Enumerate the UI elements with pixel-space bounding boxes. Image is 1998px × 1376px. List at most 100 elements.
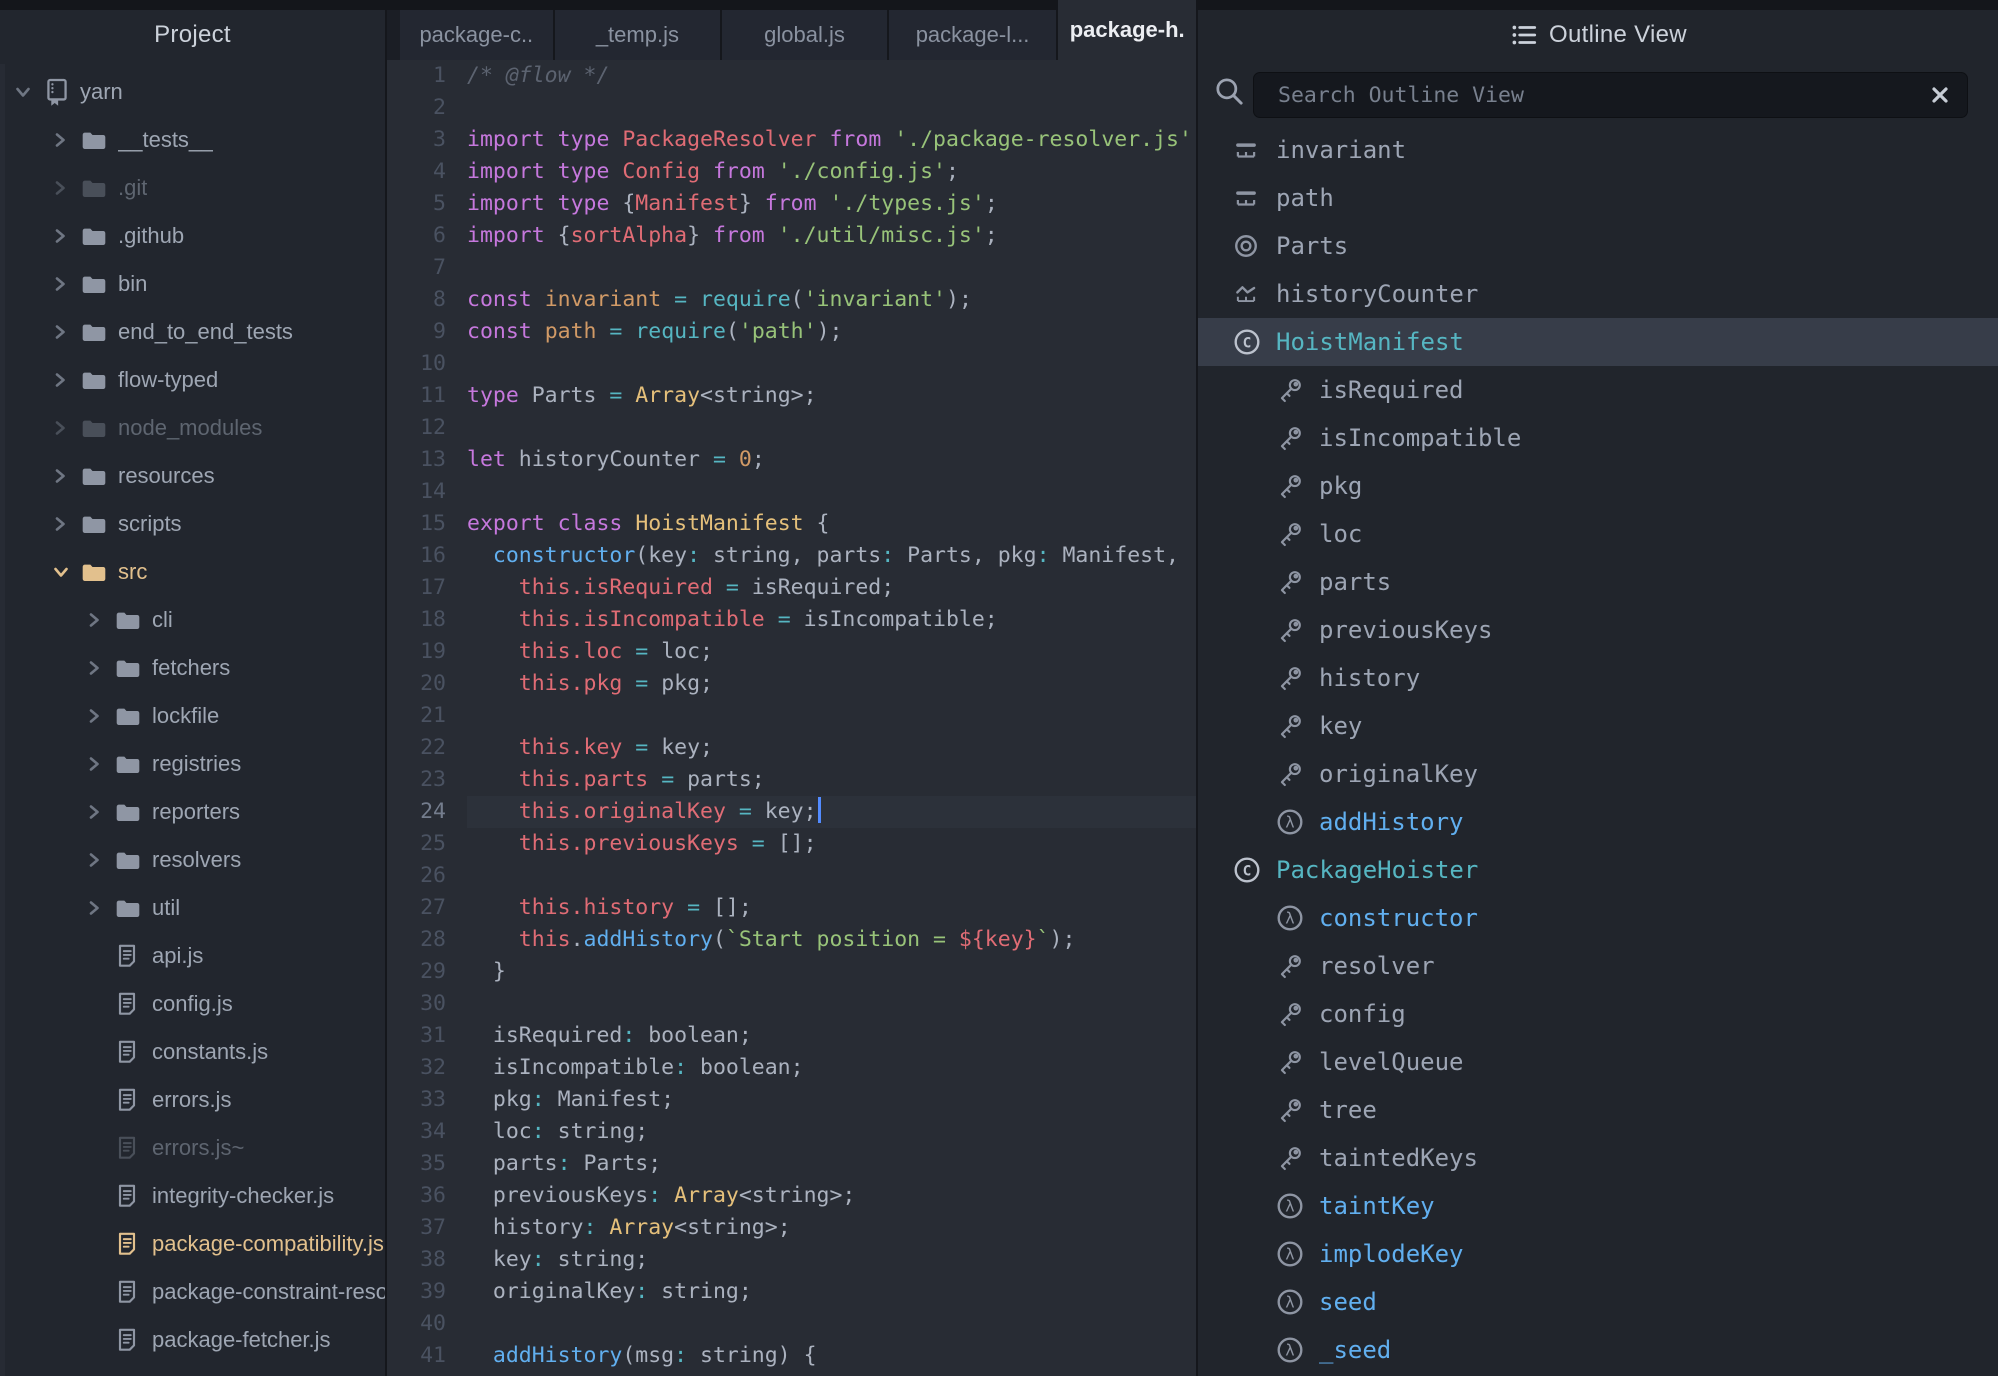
outline-item-taintedKeys[interactable]: taintedKeys <box>1198 1134 1998 1182</box>
outline-item-PackageHoister[interactable]: CPackageHoister <box>1198 846 1998 894</box>
tab-global.js[interactable]: global.js <box>722 10 889 60</box>
tree-item-api.js[interactable]: api.js <box>0 932 385 980</box>
outline-item-taintKey[interactable]: λtaintKey <box>1198 1182 1998 1230</box>
outline-item-implodeKey[interactable]: λimplodeKey <box>1198 1230 1998 1278</box>
code-line-11[interactable]: 11type Parts = Array<string>; <box>387 380 1196 412</box>
code-line-28[interactable]: 28 this.addHistory(`Start position = ${k… <box>387 924 1196 956</box>
code-line-17[interactable]: 17 this.isRequired = isRequired; <box>387 572 1196 604</box>
tree-item-flow-typed[interactable]: flow-typed <box>0 356 385 404</box>
code-line-12[interactable]: 12 <box>387 412 1196 444</box>
outline-item-isRequired[interactable]: isRequired <box>1198 366 1998 414</box>
chevron-down-icon[interactable] <box>12 82 42 102</box>
outline-item-path[interactable]: path <box>1198 174 1998 222</box>
code-line-32[interactable]: 32 isIncompatible: boolean; <box>387 1052 1196 1084</box>
code-line-14[interactable]: 14 <box>387 476 1196 508</box>
tree-item-util[interactable]: util <box>0 884 385 932</box>
chevron-right-icon[interactable] <box>84 753 114 775</box>
outline-item-parts[interactable]: parts <box>1198 558 1998 606</box>
tree-item-lockfile[interactable]: lockfile <box>0 692 385 740</box>
chevron-right-icon[interactable] <box>50 513 80 535</box>
code-line-3[interactable]: 3import type PackageResolver from './pac… <box>387 124 1196 156</box>
clear-search-icon[interactable] <box>1929 84 1967 106</box>
tree-item-integrity-checker.js[interactable]: integrity-checker.js <box>0 1172 385 1220</box>
tree-item-__tests__[interactable]: __tests__ <box>0 116 385 164</box>
tree-item-package-fetcher.js[interactable]: package-fetcher.js <box>0 1316 385 1364</box>
outline-item-previousKeys[interactable]: previousKeys <box>1198 606 1998 654</box>
tab-package-l...[interactable]: package-l... <box>889 10 1059 60</box>
tree-item-bin[interactable]: bin <box>0 260 385 308</box>
tab-package-c..[interactable]: package-c.. <box>400 10 555 60</box>
code-line-9[interactable]: 9const path = require('path'); <box>387 316 1196 348</box>
code-line-15[interactable]: 15export class HoistManifest { <box>387 508 1196 540</box>
code-line-10[interactable]: 10 <box>387 348 1196 380</box>
tree-item-config.js[interactable]: config.js <box>0 980 385 1028</box>
code-line-2[interactable]: 2 <box>387 92 1196 124</box>
tree-item-scripts[interactable]: scripts <box>0 500 385 548</box>
code-line-34[interactable]: 34 loc: string; <box>387 1116 1196 1148</box>
code-line-7[interactable]: 7 <box>387 252 1196 284</box>
outline-item-pkg[interactable]: pkg <box>1198 462 1998 510</box>
tree-item-registries[interactable]: registries <box>0 740 385 788</box>
chevron-right-icon[interactable] <box>50 417 80 439</box>
chevron-right-icon[interactable] <box>50 321 80 343</box>
outline-item-isIncompatible[interactable]: isIncompatible <box>1198 414 1998 462</box>
outline-item-history[interactable]: history <box>1198 654 1998 702</box>
code-line-25[interactable]: 25 this.previousKeys = []; <box>387 828 1196 860</box>
chevron-right-icon[interactable] <box>50 369 80 391</box>
tree-item-package-compatibility.js[interactable]: package-compatibility.js <box>0 1220 385 1268</box>
tree-item-errors.js~[interactable]: errors.js~ <box>0 1124 385 1172</box>
code-line-23[interactable]: 23 this.parts = parts; <box>387 764 1196 796</box>
tree-item-resources[interactable]: resources <box>0 452 385 500</box>
code-line-33[interactable]: 33 pkg: Manifest; <box>387 1084 1196 1116</box>
outline-item-addHistory[interactable]: λaddHistory <box>1198 798 1998 846</box>
code-line-4[interactable]: 4import type Config from './config.js'; <box>387 156 1196 188</box>
search-input[interactable] <box>1254 83 1929 108</box>
code-area[interactable]: 1/* @flow */23import type PackageResolve… <box>387 60 1196 1376</box>
tree-item-.github[interactable]: .github <box>0 212 385 260</box>
chevron-right-icon[interactable] <box>84 609 114 631</box>
tree-item-end_to_end_tests[interactable]: end_to_end_tests <box>0 308 385 356</box>
chevron-right-icon[interactable] <box>50 273 80 295</box>
tree-item-package-constraint-resolver.js[interactable]: package-constraint-resolver.js <box>0 1268 385 1316</box>
code-line-5[interactable]: 5import type {Manifest} from './types.js… <box>387 188 1196 220</box>
code-line-36[interactable]: 36 previousKeys: Array<string>; <box>387 1180 1196 1212</box>
outline-item-tree[interactable]: tree <box>1198 1086 1998 1134</box>
chevron-down-icon[interactable] <box>50 562 80 582</box>
tree-item-constants.js[interactable]: constants.js <box>0 1028 385 1076</box>
tree-item-node_modules[interactable]: node_modules <box>0 404 385 452</box>
code-line-40[interactable]: 40 <box>387 1308 1196 1340</box>
code-line-31[interactable]: 31 isRequired: boolean; <box>387 1020 1196 1052</box>
tree-item-fetchers[interactable]: fetchers <box>0 644 385 692</box>
code-line-6[interactable]: 6import {sortAlpha} from './util/misc.js… <box>387 220 1196 252</box>
tree-scrollbar[interactable] <box>0 64 5 1376</box>
code-line-26[interactable]: 26 <box>387 860 1196 892</box>
tab-_temp.js[interactable]: _temp.js <box>555 10 723 60</box>
outline-item-resolver[interactable]: resolver <box>1198 942 1998 990</box>
code-line-16[interactable]: 16 constructor(key: string, parts: Parts… <box>387 540 1196 572</box>
chevron-right-icon[interactable] <box>50 177 80 199</box>
outline-item-_seed[interactable]: λ_seed <box>1198 1326 1998 1374</box>
tree-item-.git[interactable]: .git <box>0 164 385 212</box>
code-line-20[interactable]: 20 this.pkg = pkg; <box>387 668 1196 700</box>
outline-item-constructor[interactable]: λconstructor <box>1198 894 1998 942</box>
outline-item-key[interactable]: key <box>1198 702 1998 750</box>
code-line-39[interactable]: 39 originalKey: string; <box>387 1276 1196 1308</box>
outline-item-originalKey[interactable]: originalKey <box>1198 750 1998 798</box>
outline-item-config[interactable]: config <box>1198 990 1998 1038</box>
outline-item-levelQueue[interactable]: levelQueue <box>1198 1038 1998 1086</box>
outline-item-loc[interactable]: loc <box>1198 510 1998 558</box>
code-line-22[interactable]: 22 this.key = key; <box>387 732 1196 764</box>
code-line-19[interactable]: 19 this.loc = loc; <box>387 636 1196 668</box>
chevron-right-icon[interactable] <box>84 849 114 871</box>
code-line-24[interactable]: 24 this.originalKey = key; <box>387 796 1196 828</box>
code-line-13[interactable]: 13let historyCounter = 0; <box>387 444 1196 476</box>
tree-item-src[interactable]: src <box>0 548 385 596</box>
code-line-27[interactable]: 27 this.history = []; <box>387 892 1196 924</box>
outline-item-seed[interactable]: λseed <box>1198 1278 1998 1326</box>
tree-item-errors.js[interactable]: errors.js <box>0 1076 385 1124</box>
code-line-21[interactable]: 21 <box>387 700 1196 732</box>
code-line-38[interactable]: 38 key: string; <box>387 1244 1196 1276</box>
code-line-8[interactable]: 8const invariant = require('invariant'); <box>387 284 1196 316</box>
outline-item-invariant[interactable]: invariant <box>1198 126 1998 174</box>
code-line-41[interactable]: 41 addHistory(msg: string) { <box>387 1340 1196 1372</box>
